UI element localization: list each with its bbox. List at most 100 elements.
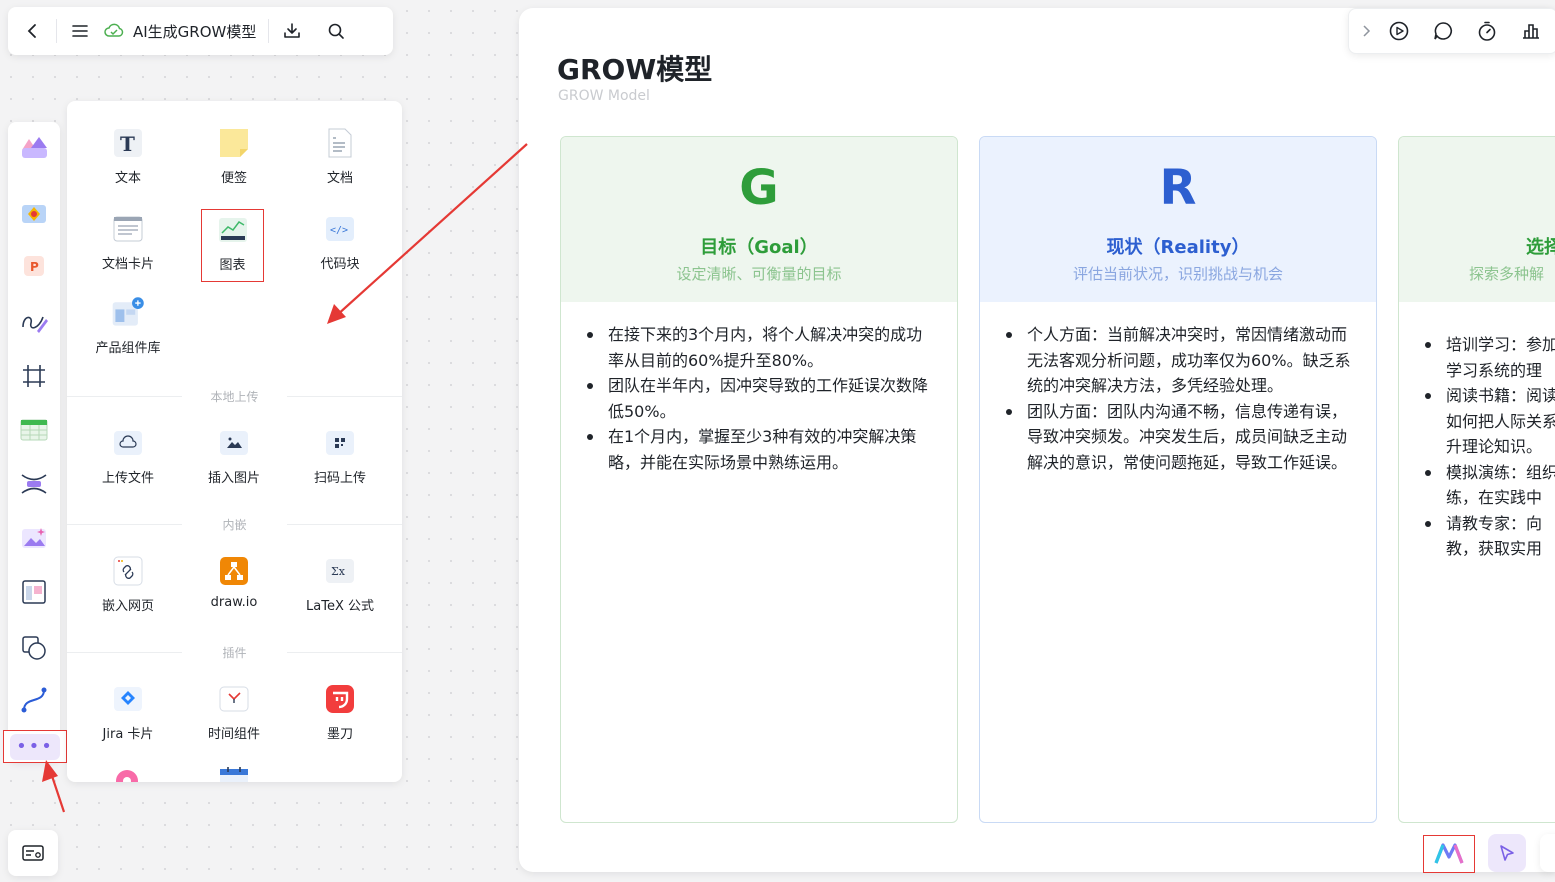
plugin-modao-label: 墨刀 xyxy=(326,727,353,742)
page-title[interactable]: GROW模型 xyxy=(557,48,712,88)
plugin-clock[interactable]: 时间组件 xyxy=(184,681,284,742)
embed-web[interactable]: 嵌入网页 xyxy=(78,553,178,614)
plugin-calendar-item[interactable] xyxy=(219,765,249,782)
card-reality[interactable]: R 现状（Reality） 评估当前状况，识别挑战与机会 个人方面：当前解决冲突… xyxy=(979,136,1377,823)
list-item: 团队方面：团队内沟通不畅，信息传递有误，导致冲突频发。冲突发生后，成员间缺乏主动… xyxy=(1004,399,1352,476)
pen-icon xyxy=(22,316,48,333)
layout-tool[interactable] xyxy=(18,576,50,608)
card-goal-header: G 目标（Goal） 设定清晰、可衡量的目标 xyxy=(561,137,957,302)
section-plugins: 插件 xyxy=(67,644,402,661)
card-reality-header: R 现状（Reality） 评估当前状况，识别挑战与机会 xyxy=(980,137,1376,302)
insert-doc-card-label: 文档卡片 xyxy=(101,257,154,272)
upload-file[interactable]: 上传文件 xyxy=(78,425,178,486)
download-icon xyxy=(284,23,301,38)
ai-assistant-button[interactable] xyxy=(1423,835,1475,873)
more-tools-button[interactable]: ••• xyxy=(3,730,67,763)
insert-doc-card[interactable]: 文档卡片 xyxy=(78,211,178,272)
whiteboard-canvas[interactable]: GROW模型 GROW Model G 目标（Goal） 设定清晰、可衡量的目标… xyxy=(519,8,1555,872)
pen-tool[interactable] xyxy=(18,306,50,338)
svg-text:P: P xyxy=(30,260,39,274)
insert-document-label: 文档 xyxy=(326,171,353,186)
slides-icon: P xyxy=(24,256,44,276)
section-local-upload: 本地上传 xyxy=(67,388,402,405)
text-icon: T xyxy=(114,129,142,157)
svg-text:T: T xyxy=(120,132,135,156)
card-options-list: 培训学习：参加学习系统的理 阅读书籍：阅读如何把人际关系升理论知识。 模拟演练：… xyxy=(1399,302,1555,562)
plugin-more-item[interactable] xyxy=(115,767,139,782)
connector-tool[interactable] xyxy=(18,468,50,500)
qr-upload-label: 扫码上传 xyxy=(313,471,366,486)
timer-button[interactable] xyxy=(1465,14,1509,48)
list-item: 阅读书籍：阅读如何把人际关系升理论知识。 xyxy=(1423,383,1555,460)
shape-tool[interactable] xyxy=(18,632,50,664)
search-button[interactable] xyxy=(319,14,353,48)
mindmap-tool[interactable] xyxy=(18,198,50,230)
line-tool[interactable] xyxy=(18,684,50,716)
frame-icon xyxy=(23,365,45,387)
collapse-toolbar-button[interactable] xyxy=(1355,14,1377,48)
comment-button[interactable] xyxy=(1421,14,1465,48)
document-icon xyxy=(328,128,352,158)
download-button[interactable] xyxy=(275,14,309,48)
templates-tool[interactable] xyxy=(18,132,50,164)
insert-code-block[interactable]: </> 代码块 xyxy=(290,211,390,272)
embed-web-icon xyxy=(113,556,143,586)
back-button[interactable] xyxy=(16,14,50,48)
embed-drawio[interactable]: draw.io xyxy=(184,553,284,610)
list-item: 请教专家：向教，获取实用 xyxy=(1423,511,1555,562)
table-tool[interactable] xyxy=(18,414,50,446)
qr-upload[interactable]: 扫码上传 xyxy=(290,425,390,486)
table-icon xyxy=(20,419,48,441)
calendar-icon xyxy=(220,767,248,782)
card-reality-list: 个人方面：当前解决冲突时，常因情绪激动而无法客观分析问题，成功率仅为60%。缺乏… xyxy=(980,302,1376,475)
insert-sticky-note[interactable]: 便签 xyxy=(184,125,284,186)
menu-button[interactable] xyxy=(63,14,97,48)
vote-button[interactable] xyxy=(1509,14,1553,48)
insert-chart[interactable]: 图表 xyxy=(201,209,264,282)
list-item: 个人方面：当前解决冲突时，常因情绪激动而无法客观分析问题，成功率仅为60%。缺乏… xyxy=(1004,322,1352,399)
insert-image[interactable]: 插入图片 xyxy=(184,425,284,486)
embed-latex[interactable]: Σx LaTeX 公式 xyxy=(290,553,390,614)
ai-image-tool[interactable] xyxy=(18,522,50,554)
plugin-jira[interactable]: Jira 卡片 xyxy=(78,681,178,742)
document-title[interactable]: AI生成GROW模型 xyxy=(133,21,256,42)
embed-drawio-label: draw.io xyxy=(210,595,258,610)
left-tool-rail: P xyxy=(8,122,60,762)
doc-card-icon xyxy=(113,216,143,242)
cloud-check-icon xyxy=(104,23,124,37)
plugin-modao[interactable]: 墨刀 xyxy=(290,681,390,742)
frame-tool[interactable] xyxy=(18,360,50,392)
cloud-sync-status xyxy=(101,14,127,48)
card-options[interactable]: O 选择 探索多种解 培训学习：参加学习系统的理 阅读书籍：阅读如何把人际关系升… xyxy=(1398,136,1555,823)
card-goal[interactable]: G 目标（Goal） 设定清晰、可衡量的目标 在接下来的3个月内，将个人解决冲突… xyxy=(560,136,958,823)
slides-tool[interactable]: P xyxy=(18,250,50,282)
embed-latex-label: LaTeX 公式 xyxy=(306,599,374,614)
insert-chart-label: 图表 xyxy=(219,258,246,273)
upload-file-icon xyxy=(114,431,142,455)
comment-icon xyxy=(1434,22,1452,40)
insert-document[interactable]: 文档 xyxy=(290,125,390,186)
page-subtitle[interactable]: GROW Model xyxy=(558,88,650,104)
list-item: 团队在半年内，因冲突导致的工作延误次数降低50%。 xyxy=(585,373,933,424)
card-reality-letter: R xyxy=(1159,160,1197,216)
insert-image-icon xyxy=(220,431,248,455)
insert-panel: T 文本 便签 文档 文档卡片 图表 </> 代码块 产品组件库 本地上传 上传… xyxy=(67,101,402,782)
insert-text[interactable]: T 文本 xyxy=(78,125,178,186)
minimap-icon xyxy=(22,845,44,861)
chevron-left-icon xyxy=(27,24,36,38)
embed-web-label: 嵌入网页 xyxy=(101,599,154,614)
mindmap-icon xyxy=(22,205,46,223)
card-options-desc: 探索多种解 xyxy=(1469,265,1545,283)
insert-text-label: 文本 xyxy=(114,171,141,186)
timer-icon xyxy=(1478,21,1496,41)
component-library-icon xyxy=(112,297,144,326)
card-options-name: 选择 xyxy=(1526,237,1555,258)
select-tool-button[interactable] xyxy=(1488,834,1526,872)
jira-icon xyxy=(114,687,142,711)
present-button[interactable] xyxy=(1377,14,1421,48)
minimap-button[interactable] xyxy=(8,830,58,876)
list-item: 在接下来的3个月内，将个人解决冲突的成功率从目前的60%提升至80%。 xyxy=(585,322,933,373)
bottom-toolbar-overflow[interactable] xyxy=(1540,834,1555,872)
heart-app-icon xyxy=(116,770,138,782)
insert-component-library[interactable]: 产品组件库 xyxy=(78,295,178,356)
